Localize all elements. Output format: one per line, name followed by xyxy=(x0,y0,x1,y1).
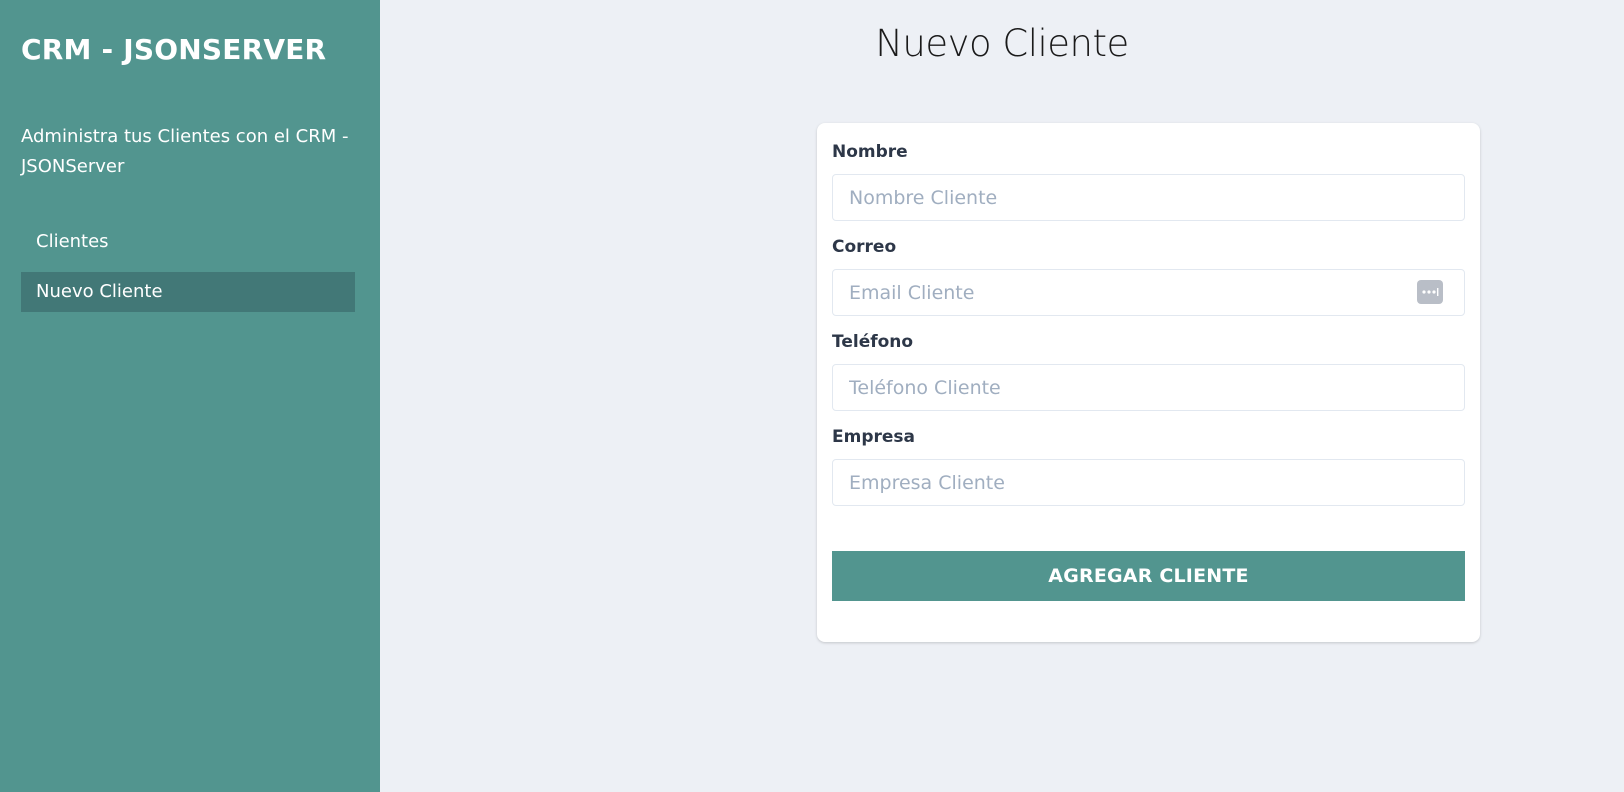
nombre-input[interactable] xyxy=(832,174,1465,221)
sidebar: CRM - JSONSERVER Administra tus Clientes… xyxy=(0,0,380,792)
empresa-input-wrap xyxy=(832,459,1465,506)
field-nombre: Nombre xyxy=(832,141,1465,221)
sidebar-item-nuevo-cliente[interactable]: Nuevo Cliente xyxy=(21,272,355,312)
telefono-input-wrap xyxy=(832,364,1465,411)
add-client-button[interactable]: AGREGAR CLIENTE xyxy=(832,551,1465,601)
brand-title: CRM - JSONSERVER xyxy=(21,33,327,66)
field-telefono: Teléfono xyxy=(832,331,1465,411)
empresa-label: Empresa xyxy=(832,427,915,447)
correo-label: Correo xyxy=(832,237,897,257)
sidebar-tagline: Administra tus Clientes con el CRM - JSO… xyxy=(21,126,349,177)
empresa-input[interactable] xyxy=(832,459,1465,506)
correo-input[interactable] xyxy=(832,269,1465,316)
new-client-form: Nombre Correo xyxy=(817,123,1480,642)
nombre-label: Nombre xyxy=(832,142,908,162)
sidebar-item-clientes[interactable]: Clientes xyxy=(21,222,355,262)
password-manager-icon[interactable] xyxy=(1417,280,1443,304)
nombre-input-wrap xyxy=(832,174,1465,221)
telefono-input[interactable] xyxy=(832,364,1465,411)
page-title: Nuevo Cliente xyxy=(875,22,1129,65)
field-correo: Correo xyxy=(832,236,1465,316)
field-empresa: Empresa xyxy=(832,426,1465,506)
correo-input-wrap xyxy=(832,269,1465,316)
app-root: CRM - JSONSERVER Administra tus Clientes… xyxy=(0,0,1624,792)
telefono-label: Teléfono xyxy=(832,332,914,352)
main-content: Nuevo Cliente Nombre Correo xyxy=(380,0,1624,792)
sidebar-nav: Clientes Nuevo Cliente xyxy=(21,222,355,312)
